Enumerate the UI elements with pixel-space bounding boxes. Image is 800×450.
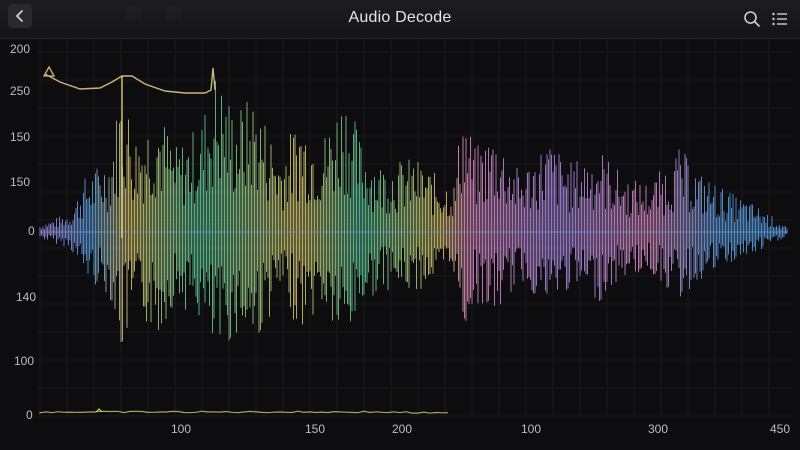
x-tick-label: 300 bbox=[647, 422, 669, 436]
list-button[interactable] bbox=[766, 5, 794, 33]
title-bar: Audio Decode bbox=[0, 0, 800, 39]
x-tick-label: 200 bbox=[391, 422, 413, 436]
y-tick-label: 200 bbox=[10, 42, 31, 56]
y-tick-label: 0 bbox=[26, 408, 33, 422]
x-tick-label: 450 bbox=[769, 422, 791, 436]
x-tick-label: 150 bbox=[304, 422, 326, 436]
y-tick-label: 100 bbox=[14, 354, 35, 368]
search-button[interactable] bbox=[738, 5, 766, 33]
waveform bbox=[39, 80, 788, 342]
y-tick-label: 140 bbox=[16, 290, 37, 304]
waveform-svg bbox=[38, 38, 792, 417]
window-title: Audio Decode bbox=[348, 9, 452, 26]
waveform-chart: 200 250 150 150 0 140 100 0 100 150 200 … bbox=[0, 38, 800, 450]
search-icon bbox=[744, 11, 760, 27]
x-tick-label: 100 bbox=[170, 422, 192, 436]
y-tick-label: 150 bbox=[10, 130, 31, 144]
baseline-trace bbox=[39, 408, 449, 414]
y-tick-label: 150 bbox=[10, 175, 31, 189]
y-tick-label: 250 bbox=[10, 84, 31, 98]
y-tick-label: 0 bbox=[28, 224, 35, 238]
list-icon bbox=[772, 12, 787, 26]
x-tick-label: 100 bbox=[520, 422, 542, 436]
audio-decode-window: Audio Decode 200 250 150 150 0 140 100 0… bbox=[0, 0, 800, 450]
